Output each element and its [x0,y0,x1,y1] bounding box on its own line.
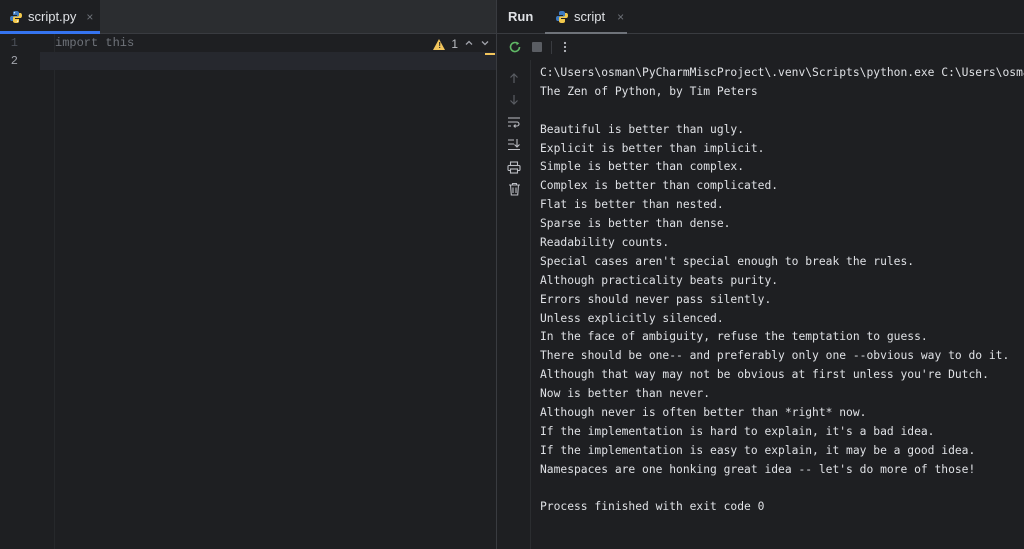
run-tool-window[interactable]: Run script × C:\Users\osman\PyCharmMiscP… [497,0,1024,549]
console-line: Process finished with exit code 0 [540,500,765,514]
editor-pane[interactable]: script.py × 1 2 import this ! 1 [0,0,496,549]
console-line: Errors should never pass silently. [540,292,772,306]
console-line: If the implementation is easy to explain… [540,443,976,457]
tab-script-py[interactable]: script.py × [0,0,100,34]
scrollbar-warning-marker[interactable] [485,53,495,55]
console-actions-sidebar [497,60,531,549]
code-line[interactable]: import this [55,36,134,50]
console-line: Complex is better than complicated. [540,179,779,193]
console-line: Simple is better than complex. [540,160,745,174]
toolbar-separator [551,41,552,54]
stop-icon[interactable] [529,39,545,55]
line-number: 1 [10,36,18,50]
soft-wrap-icon[interactable] [506,114,522,130]
console-output[interactable]: C:\Users\osman\PyCharmMiscProject\.venv\… [540,64,1024,544]
console-line: C:\Users\osman\PyCharmMiscProject\.venv\… [540,66,1024,79]
code-editor[interactable]: import this ! 1 [40,34,496,549]
console-line: Beautiful is better than ugly. [540,122,745,136]
console-line: Flat is better than nested. [540,198,724,212]
console-line: Now is better than never. [540,387,711,401]
console-line: Sparse is better than dense. [540,217,731,231]
scroll-down-icon[interactable] [506,92,522,108]
python-file-icon [555,10,569,24]
line-number: 2 [10,54,18,68]
chevron-up-icon[interactable] [464,38,474,51]
console-line: Namespaces are one honking great idea --… [540,462,976,476]
console-line: Readability counts. [540,236,670,250]
tab-run-script[interactable]: script × [545,0,627,34]
chevron-down-icon[interactable] [480,38,490,51]
print-icon[interactable] [506,159,522,175]
console-line: There should be one-- and preferably onl… [540,349,1010,363]
tab-label: script [574,9,606,24]
scroll-up-icon[interactable] [506,70,522,86]
editor-tab-bar: script.py × [0,0,496,34]
warning-icon: ! [433,38,446,50]
clear-all-icon[interactable] [506,181,522,197]
current-line-highlight [40,52,496,70]
line-number-gutter: 1 2 [0,34,40,549]
console-line: Unless explicitly silenced. [540,311,724,325]
close-icon[interactable]: × [617,10,624,24]
tab-label: script.py [28,9,77,24]
console-line: Special cases aren't special enough to b… [540,254,915,268]
console-line: If the implementation is hard to explain… [540,424,935,438]
rerun-icon[interactable] [507,39,523,55]
console-line: Although practicality beats purity. [540,273,779,287]
run-title: Run [508,9,534,24]
run-toolbar [497,34,1024,60]
close-icon[interactable]: × [86,10,93,24]
console-line: In the face of ambiguity, refuse the tem… [540,330,928,344]
console-line: The Zen of Python, by Tim Peters [540,84,758,98]
inspection-widget[interactable]: ! 1 [433,37,490,51]
scroll-to-end-icon[interactable] [506,136,522,152]
run-header: Run script × [497,0,1024,34]
console-line: Explicit is better than implicit. [540,141,765,155]
warning-count: 1 [451,37,458,51]
console-line: Although never is often better than *rig… [540,406,867,420]
python-file-icon [9,10,23,24]
more-options-icon[interactable] [557,39,573,55]
console-line: Although that way may not be obvious at … [540,368,989,382]
